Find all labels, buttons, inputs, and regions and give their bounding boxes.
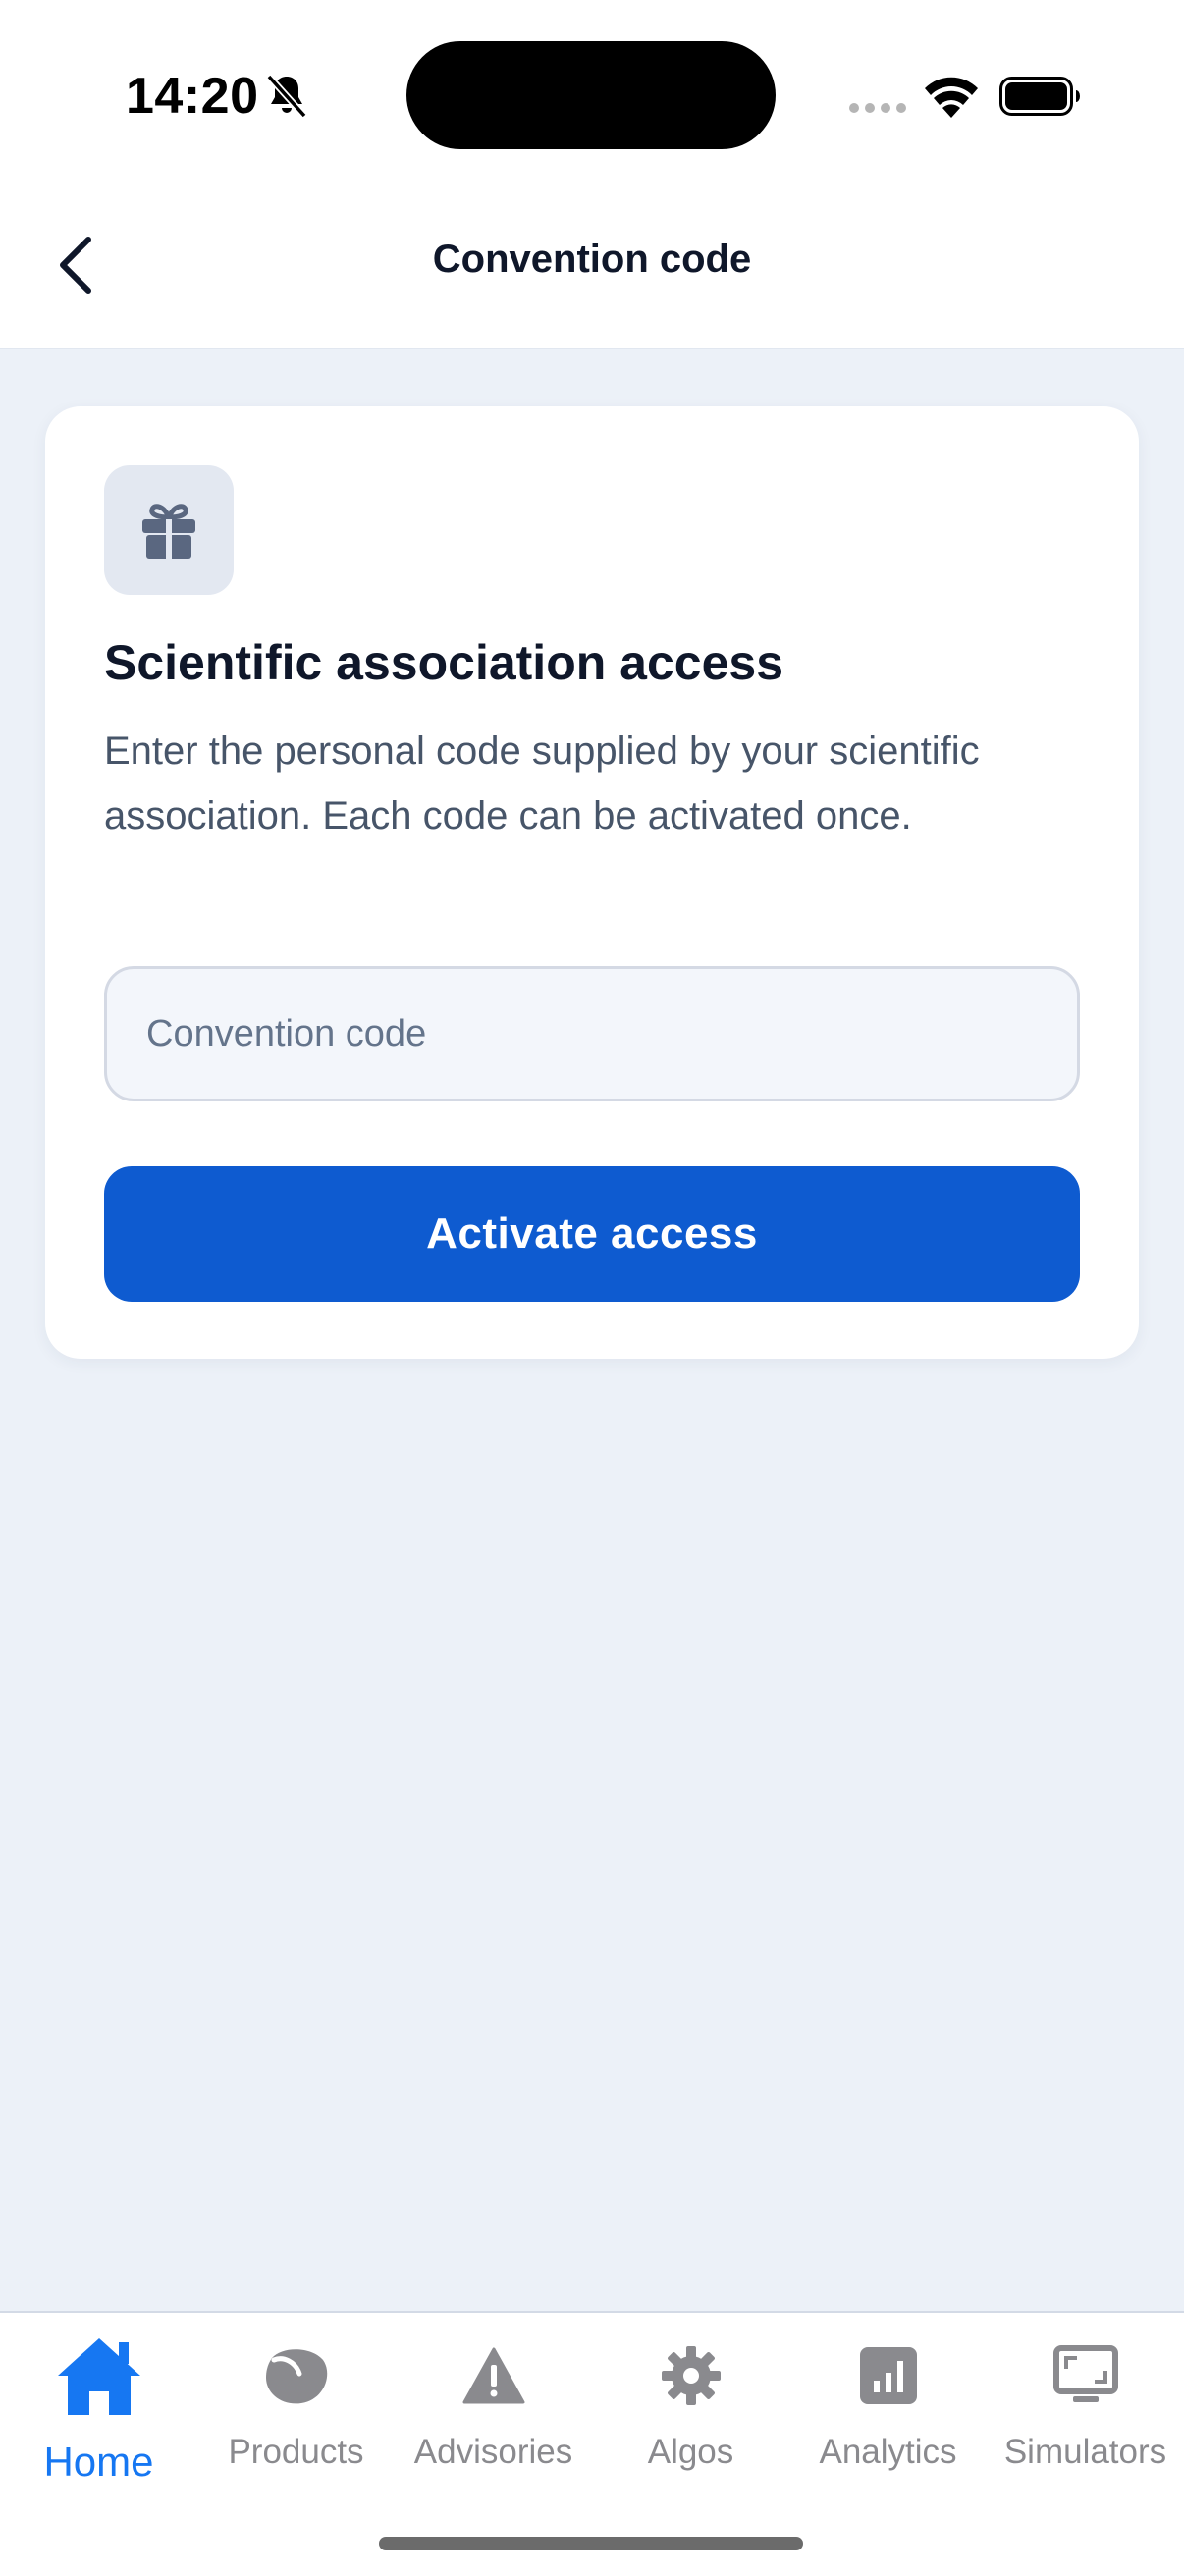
page-title: Convention code	[432, 238, 752, 281]
convention-card: Scientific association access Enter the …	[45, 406, 1139, 1359]
cellular-signal-icon	[849, 103, 906, 113]
home-icon	[57, 2338, 140, 2415]
gear-icon	[661, 2346, 721, 2405]
tab-home[interactable]: Home	[0, 2313, 197, 2509]
battery-icon	[999, 77, 1080, 116]
dynamic-island	[406, 41, 776, 149]
status-bar: 14:20	[0, 0, 1184, 196]
warning-icon	[462, 2347, 524, 2404]
tab-label-analytics: Analytics	[819, 2433, 957, 2471]
tab-label-advisories: Advisories	[413, 2433, 573, 2471]
wifi-icon	[925, 77, 978, 118]
gift-icon	[142, 504, 195, 559]
products-icon	[265, 2349, 327, 2404]
tab-simulators[interactable]: Simulators	[987, 2313, 1184, 2509]
gift-icon-tile	[104, 465, 234, 595]
card-title: Scientific association access	[104, 635, 784, 690]
activate-access-button[interactable]: Activate access	[104, 1166, 1080, 1302]
tab-label-products: Products	[228, 2433, 364, 2471]
nav-header: Convention code	[0, 196, 1184, 349]
chart-icon	[859, 2347, 917, 2404]
tab-analytics[interactable]: Analytics	[789, 2313, 987, 2509]
status-time: 14:20	[126, 68, 259, 125]
convention-code-input[interactable]	[104, 966, 1080, 1101]
tab-label-algos: Algos	[647, 2433, 734, 2471]
tab-label-home: Home	[43, 2439, 154, 2485]
tab-products[interactable]: Products	[197, 2313, 395, 2509]
tab-label-simulators: Simulators	[1003, 2433, 1167, 2471]
home-indicator	[379, 2537, 803, 2550]
card-description: Enter the personal code supplied by your…	[104, 729, 980, 837]
tab-algos[interactable]: Algos	[592, 2313, 789, 2509]
tab-advisories[interactable]: Advisories	[395, 2313, 592, 2509]
monitor-icon	[1052, 2345, 1118, 2402]
bell-muted-icon	[266, 74, 307, 119]
